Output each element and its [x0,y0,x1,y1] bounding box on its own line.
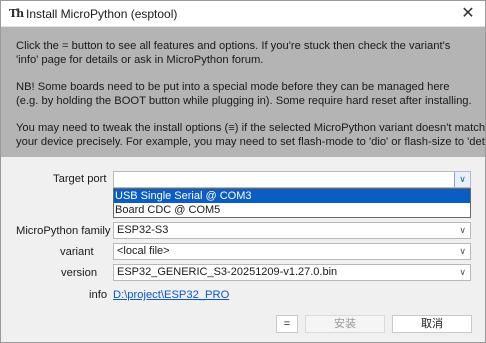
target-port-select[interactable]: ∨ [113,171,471,188]
variant-label: variant [60,246,94,258]
family-label: MicroPython family [16,225,111,237]
port-option-com5[interactable]: Board CDC @ COM5 [114,203,470,217]
features-button[interactable]: = [276,315,298,333]
chevron-down-icon: ∨ [459,267,466,277]
port-dropdown-list: USB Single Serial @ COM3 Board CDC @ COM… [113,188,471,218]
info-label: info [89,289,108,301]
variant-info-link[interactable]: D:\project\ESP32_PRO [113,289,229,301]
title-bar[interactable]: Th Install MicroPython (esptool) ✕ [1,1,485,27]
cancel-button[interactable]: 取消 [392,315,472,333]
chevron-down-icon: ∨ [459,246,466,256]
version-value: ESP32_GENERIC_S3-20251209-v1.27.0.bin [117,266,338,278]
version-select[interactable]: ESP32_GENERIC_S3-20251209-v1.27.0.bin ∨ [113,264,471,281]
chevron-down-icon[interactable]: ∨ [454,172,470,187]
instructions-paragraph-3: You may need to tweak the install option… [16,122,486,148]
instructions-paragraph-1: Click the = button to see all features a… [16,40,451,66]
variant-select[interactable]: <local file> ∨ [113,243,471,260]
thonny-app-icon: Th [9,7,24,20]
version-label: version [61,267,98,279]
installer-dialog: Th Install MicroPython (esptool) ✕ Click… [0,0,486,343]
family-value: ESP32-S3 [117,224,169,236]
close-icon[interactable]: ✕ [451,1,485,27]
install-button[interactable]: 安装 [305,315,385,333]
instructions-paragraph-2: NB! Some boards need to be put into a sp… [16,81,472,107]
port-option-com3[interactable]: USB Single Serial @ COM3 [114,189,470,203]
chevron-down-icon: ∨ [459,225,466,235]
instructions-panel: Click the = button to see all features a… [1,27,485,157]
window-title: Install MicroPython (esptool) [26,7,178,21]
install-form: Target port ∨ USB Single Serial @ COM3 B… [1,157,485,342]
family-select[interactable]: ESP32-S3 ∨ [113,222,471,239]
target-port-label: Target port [53,173,107,185]
variant-value: <local file> [117,245,170,257]
